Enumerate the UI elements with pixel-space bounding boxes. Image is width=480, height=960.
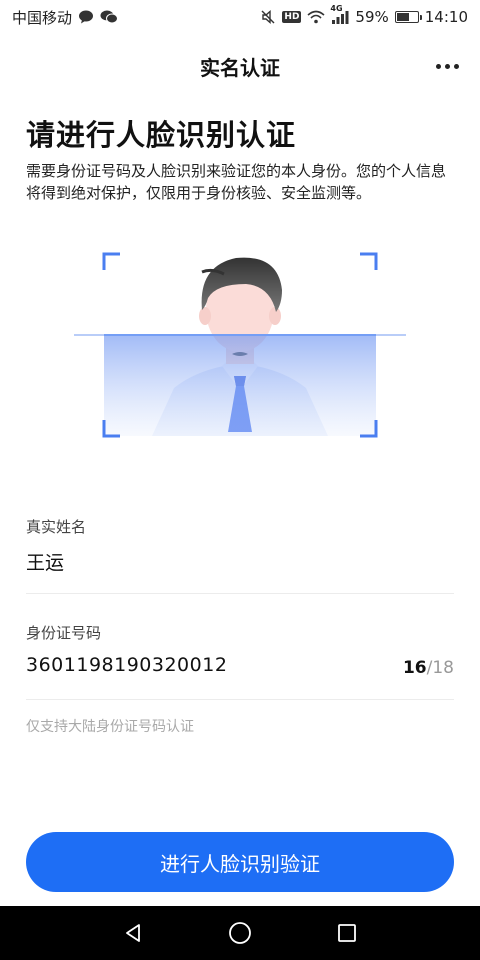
status-left: 中国移动: [12, 7, 119, 28]
id-length-total: /18: [426, 658, 454, 678]
wechat-icon: [100, 10, 119, 24]
id-length-current: 16: [402, 658, 427, 678]
id-length-counter: 16/18: [403, 658, 454, 678]
more-dot-icon: [435, 63, 441, 69]
battery-icon: [394, 11, 422, 23]
battery-fill: [396, 13, 409, 21]
back-triangle-icon: [126, 924, 141, 942]
section-description: 需要身份证号码及人脸识别来验证您的本人身份。您的个人信息将得到绝对保护，仅限用于…: [26, 162, 447, 202]
section-heading: 请进行人脸识别认证: [26, 118, 297, 152]
more-options-button[interactable]: [432, 54, 462, 78]
name-field-label: 真实姓名: [26, 518, 87, 536]
hd-badge: HD: [282, 11, 302, 23]
face-scan-illustration: [74, 250, 406, 440]
more-dot-icon: [444, 63, 450, 69]
page-title: 实名认证: [200, 55, 280, 80]
back-button[interactable]: [113, 913, 153, 953]
home-circle-icon: [229, 922, 251, 944]
clock: 14:10: [424, 8, 468, 26]
id-number-input[interactable]: 3601198190320012: [26, 654, 227, 676]
message-icon: [78, 10, 94, 24]
navigation-bar: 实名认证: [0, 34, 480, 98]
recents-button[interactable]: [327, 913, 367, 953]
mute-icon: [260, 9, 276, 25]
system-navigation-bar: [0, 906, 480, 960]
face-illustration-icon: [74, 252, 406, 438]
id-support-hint: 仅支持大陆身份证号码认证: [26, 719, 194, 735]
id-number-field[interactable]: 身份证号码 3601198190320012 16/18: [26, 618, 454, 700]
name-field[interactable]: 真实姓名 王运: [26, 512, 454, 594]
carrier-label: 中国移动: [12, 8, 73, 27]
signal-label: 4G: [330, 4, 343, 13]
status-right: HD 4G 59% 14:10: [260, 4, 468, 26]
recents-square-icon: [337, 924, 356, 942]
more-dot-icon: [453, 63, 459, 69]
battery-percent: 59%: [355, 8, 389, 26]
name-input[interactable]: 王运: [26, 548, 64, 575]
wifi-icon: [307, 10, 325, 24]
status-bar: 中国移动 HD 4G 59% 14:10: [0, 0, 480, 34]
id-number-label: 身份证号码: [26, 624, 102, 642]
home-button[interactable]: [220, 913, 260, 953]
start-face-verification-button[interactable]: 进行人脸识别验证: [26, 832, 454, 892]
signal-icon: 4G: [330, 4, 349, 24]
